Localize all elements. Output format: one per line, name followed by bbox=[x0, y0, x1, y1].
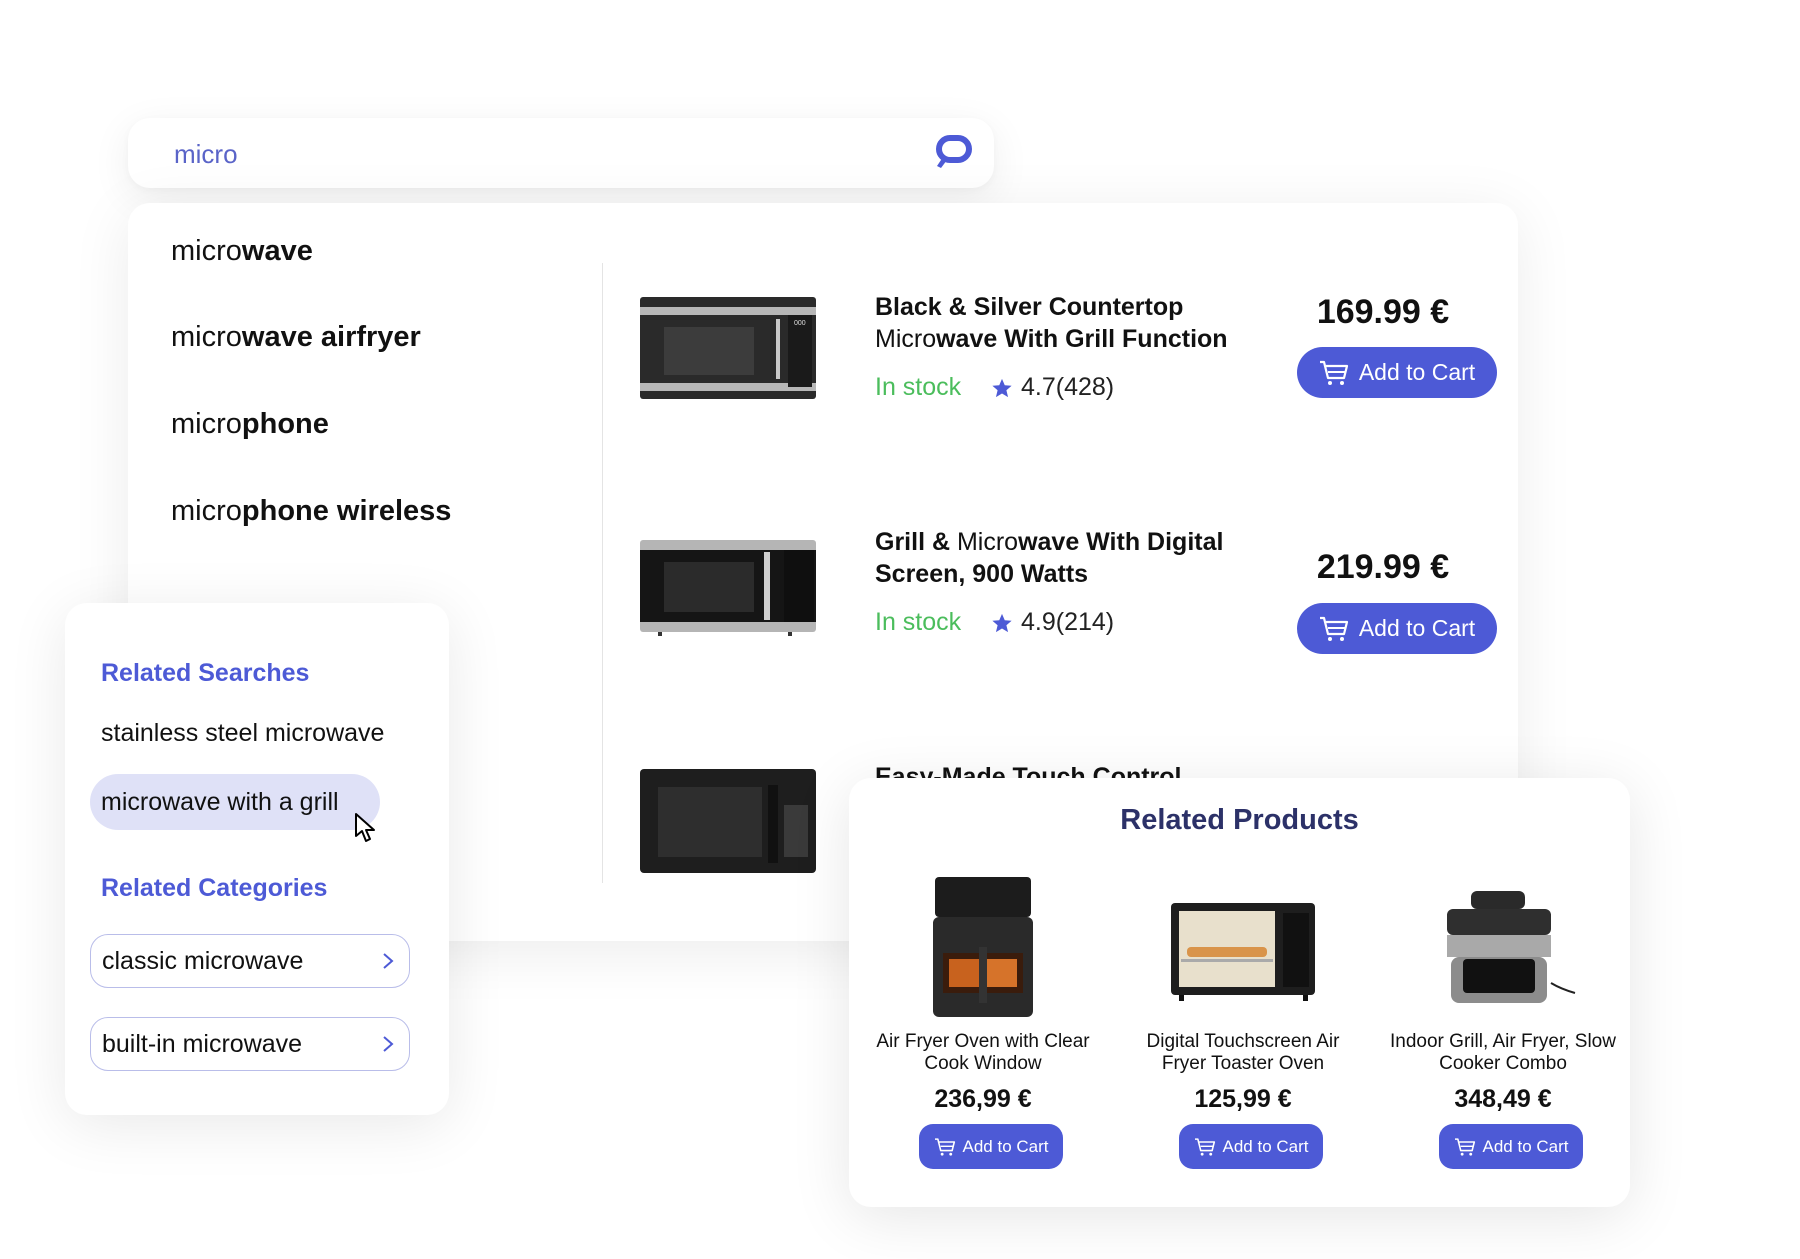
add-to-cart-button[interactable]: Add to Cart bbox=[1439, 1124, 1583, 1169]
title-text: Black & Silver Countertop bbox=[875, 293, 1184, 321]
related-search-item-highlighted[interactable]: microwave with a grill bbox=[90, 774, 380, 830]
add-to-cart-button[interactable]: Add to Cart bbox=[1179, 1124, 1323, 1169]
suggestion-completion: phone wireless bbox=[241, 495, 452, 527]
suggestion-prefix: micro bbox=[171, 321, 242, 353]
svg-text:000: 000 bbox=[794, 320, 806, 327]
related-product-name[interactable]: Indoor Grill, Air Fryer, Slow Cooker Com… bbox=[1383, 1031, 1623, 1075]
category-chip[interactable]: classic microwave bbox=[90, 934, 410, 988]
category-chip[interactable]: built-in microwave bbox=[90, 1017, 410, 1071]
cart-label: Add to Cart bbox=[1482, 1136, 1569, 1156]
related-product-card: Indoor Grill, Air Fryer, Slow Cooker Com… bbox=[1383, 873, 1623, 1193]
mouse-cursor-icon bbox=[355, 813, 375, 842]
rating: 4.7 (428) bbox=[991, 373, 1114, 402]
microwave-image[interactable]: 000 bbox=[638, 293, 818, 403]
title-text: wave With Grill Function bbox=[936, 325, 1228, 353]
search-bar bbox=[128, 118, 994, 188]
related-products-title: Related Products bbox=[1120, 804, 1359, 836]
related-product-price: 236,99 € bbox=[934, 1085, 1032, 1113]
product-row: Grill & Microwave With Digital Screen, 9… bbox=[628, 526, 1518, 676]
cart-icon bbox=[1319, 616, 1348, 641]
review-count: (214) bbox=[1055, 608, 1115, 636]
suggestion-item[interactable]: microphone bbox=[171, 408, 329, 441]
suggestion-prefix: micro bbox=[171, 235, 242, 267]
category-label: classic microwave bbox=[102, 946, 304, 975]
add-to-cart-button[interactable]: Add to Cart bbox=[1297, 347, 1497, 398]
divider bbox=[602, 263, 603, 883]
suggestion-item[interactable]: microphone wireless bbox=[171, 495, 451, 528]
related-product-card: Digital Touchscreen Air Fryer Toaster Ov… bbox=[1123, 873, 1363, 1193]
rating: 4.9 (214) bbox=[991, 608, 1114, 637]
suggestion-completion: wave airfryer bbox=[241, 321, 421, 353]
suggestion-item[interactable]: microwave bbox=[171, 235, 313, 268]
cart-label: Add to Cart bbox=[1358, 615, 1476, 641]
star-icon bbox=[992, 378, 1012, 397]
category-label: built-in microwave bbox=[102, 1029, 303, 1058]
related-panel: Related Searches stainless steel microwa… bbox=[65, 603, 449, 1115]
cart-icon bbox=[934, 1137, 955, 1156]
suggestion-completion: phone bbox=[241, 408, 329, 440]
title-text: Grill & bbox=[875, 528, 951, 556]
chevron-right-icon bbox=[383, 953, 394, 969]
stock-status: In stock bbox=[875, 373, 962, 401]
cart-label: Add to Cart bbox=[1358, 359, 1476, 385]
product-price: 219.99 € bbox=[1316, 548, 1450, 586]
related-searches-title: Related Searches bbox=[101, 659, 310, 687]
search-input[interactable] bbox=[174, 134, 874, 174]
cart-label: Add to Cart bbox=[962, 1136, 1049, 1156]
cart-icon bbox=[1319, 360, 1348, 385]
search-icon[interactable] bbox=[931, 132, 975, 176]
suggestion-completion: wave bbox=[241, 235, 313, 267]
add-to-cart-button[interactable]: Add to Cart bbox=[1297, 603, 1497, 654]
add-to-cart-button[interactable]: Add to Cart bbox=[919, 1124, 1063, 1169]
related-categories-title: Related Categories bbox=[101, 874, 328, 902]
review-count: (428) bbox=[1055, 373, 1115, 401]
microwave-image[interactable] bbox=[638, 534, 818, 644]
cart-label: Add to Cart bbox=[1222, 1136, 1309, 1156]
cart-icon bbox=[1454, 1137, 1475, 1156]
multicooker-image[interactable] bbox=[1423, 873, 1583, 1023]
title-match: Micro bbox=[875, 325, 937, 353]
product-title[interactable]: Grill & Microwave With Digital Screen, 9… bbox=[875, 526, 1265, 590]
product-row: 000 Black & Silver Countertop Microwave … bbox=[628, 291, 1518, 441]
related-product-price: 348,49 € bbox=[1454, 1085, 1552, 1113]
related-products-panel: Related Products Air Fryer Oven with Cle… bbox=[849, 778, 1630, 1207]
air-fryer-image[interactable] bbox=[903, 873, 1063, 1023]
related-product-name[interactable]: Digital Touchscreen Air Fryer Toaster Ov… bbox=[1123, 1031, 1363, 1075]
rating-value: 4.7 bbox=[1021, 373, 1056, 401]
microwave-image[interactable] bbox=[638, 765, 818, 875]
related-search-item[interactable]: stainless steel microwave bbox=[101, 719, 384, 748]
star-icon bbox=[992, 613, 1012, 632]
related-product-card: Air Fryer Oven with Clear Cook Window 23… bbox=[863, 873, 1103, 1193]
rating-value: 4.9 bbox=[1021, 608, 1056, 636]
related-product-price: 125,99 € bbox=[1194, 1085, 1292, 1113]
suggestion-prefix: micro bbox=[171, 495, 242, 527]
suggestion-item[interactable]: microwave airfryer bbox=[171, 321, 421, 354]
toaster-oven-image[interactable] bbox=[1163, 873, 1323, 1023]
cart-icon bbox=[1194, 1137, 1215, 1156]
product-title[interactable]: Black & Silver Countertop Microwave With… bbox=[875, 291, 1265, 355]
stock-status: In stock bbox=[875, 608, 962, 636]
product-price: 169.99 € bbox=[1316, 293, 1450, 331]
chevron-right-icon bbox=[383, 1036, 394, 1052]
related-product-name[interactable]: Air Fryer Oven with Clear Cook Window bbox=[863, 1031, 1103, 1075]
suggestion-prefix: micro bbox=[171, 408, 242, 440]
title-match: Micro bbox=[956, 528, 1019, 556]
